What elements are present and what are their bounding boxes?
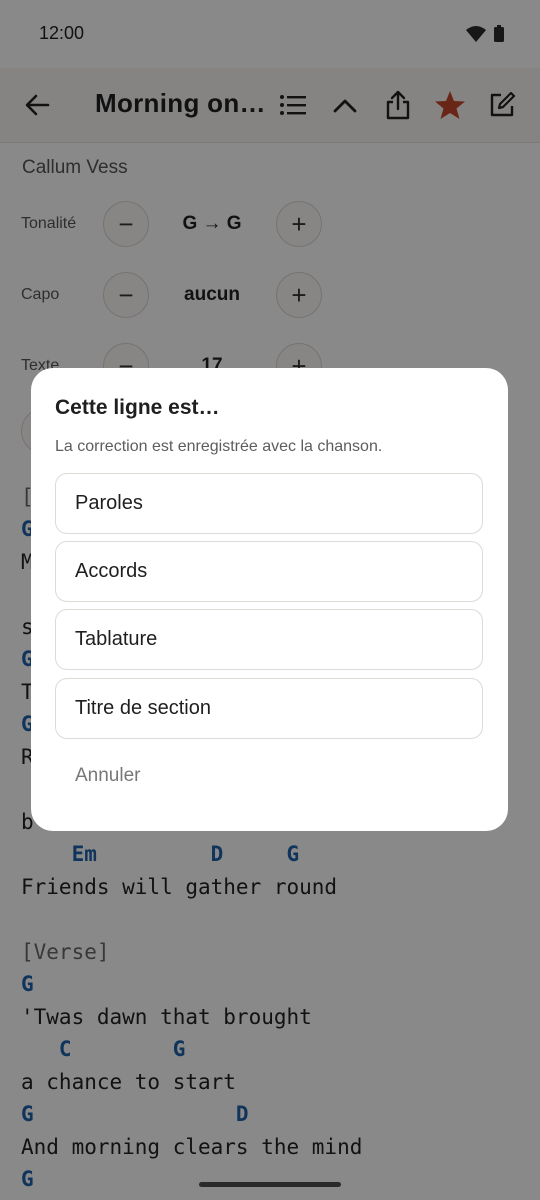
- home-indicator[interactable]: [199, 1182, 341, 1187]
- dialog-title: Cette ligne est…: [55, 396, 220, 419]
- dialog-subtitle: La correction est enregistrée avec la ch…: [55, 438, 383, 455]
- option-section-title[interactable]: Titre de section: [55, 678, 483, 739]
- option-tablature[interactable]: Tablature: [55, 609, 483, 670]
- option-chords[interactable]: Accords: [55, 541, 483, 602]
- line-type-dialog: Cette ligne est… La correction est enreg…: [31, 368, 508, 831]
- option-lyrics[interactable]: Paroles: [55, 473, 483, 534]
- cancel-button[interactable]: Annuler: [75, 765, 141, 787]
